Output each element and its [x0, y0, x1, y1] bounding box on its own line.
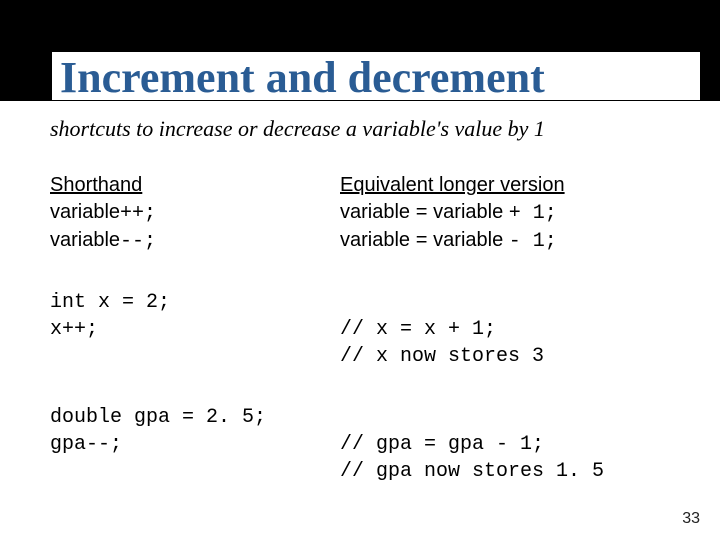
- shorthand-heading: Shorthand: [50, 172, 340, 199]
- slide-subtitle: shortcuts to increase or decrease a vari…: [50, 116, 690, 142]
- equivalent-inc: variable = variable + 1;: [340, 199, 690, 227]
- equivalent-heading: Equivalent longer version: [340, 172, 690, 199]
- code-minus: - 1;: [509, 230, 557, 253]
- code-x-inc: x++;: [50, 316, 340, 343]
- content-row: double gpa = 2. 5; gpa--; // gpa = gpa -…: [50, 404, 690, 485]
- comment-gpa-eq: // gpa = gpa - 1;: [340, 431, 690, 458]
- page-number: 33: [682, 510, 700, 528]
- content-row: int x = 2; x++; // x = x + 1; // x now s…: [50, 289, 690, 370]
- col-right: // gpa = gpa - 1; // gpa now stores 1. 5: [340, 404, 690, 485]
- content-row: Shorthand variable++; variable--; Equiva…: [50, 172, 690, 255]
- comment-x-eq: // x = x + 1;: [340, 316, 690, 343]
- col-right: // x = x + 1; // x now stores 3: [340, 289, 690, 370]
- slide-title: Increment and decrement: [52, 52, 700, 100]
- code-inc-op: ++;: [120, 202, 156, 225]
- comment-x-stores: // x now stores 3: [340, 343, 690, 370]
- code-dec-op: --;: [120, 230, 156, 253]
- code-eq: =: [416, 230, 428, 253]
- slide: Increment and decrement shortcuts to inc…: [0, 0, 720, 540]
- shorthand-variable-inc: variable++;: [50, 199, 340, 227]
- col-left: Shorthand variable++; variable--;: [50, 172, 340, 255]
- comment-gpa-stores: // gpa now stores 1. 5: [340, 458, 690, 485]
- equivalent-dec: variable = variable - 1;: [340, 227, 690, 255]
- col-left: double gpa = 2. 5; gpa--;: [50, 404, 340, 485]
- col-left: int x = 2; x++;: [50, 289, 340, 370]
- shorthand-variable-dec: variable--;: [50, 227, 340, 255]
- col-right: Equivalent longer version variable = var…: [340, 172, 690, 255]
- code-gpa-dec: gpa--;: [50, 431, 340, 458]
- slide-content: Shorthand variable++; variable--; Equiva…: [50, 172, 690, 519]
- code-plus: + 1;: [509, 202, 557, 225]
- code-int-x: int x = 2;: [50, 289, 340, 316]
- code-eq: =: [416, 202, 428, 225]
- code-double-gpa: double gpa = 2. 5;: [50, 404, 340, 431]
- title-band: Increment and decrement: [0, 0, 720, 101]
